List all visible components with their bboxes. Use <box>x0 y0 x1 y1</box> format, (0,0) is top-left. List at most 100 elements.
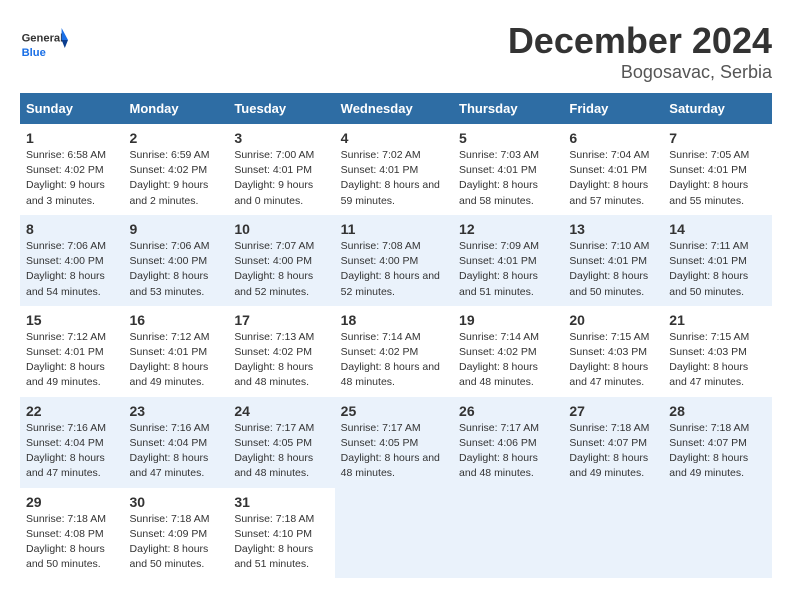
calendar-cell: 31 Sunrise: 7:18 AMSunset: 4:10 PMDaylig… <box>228 488 334 579</box>
day-number: 9 <box>130 221 223 237</box>
day-info: Sunrise: 7:15 AMSunset: 4:03 PMDaylight:… <box>569 330 657 391</box>
col-friday: Friday <box>563 93 663 124</box>
day-info: Sunrise: 7:18 AMSunset: 4:08 PMDaylight:… <box>26 512 118 573</box>
calendar-cell: 11 Sunrise: 7:08 AMSunset: 4:00 PMDaylig… <box>335 215 453 306</box>
day-number: 30 <box>130 494 223 510</box>
day-info: Sunrise: 7:02 AMSunset: 4:01 PMDaylight:… <box>341 148 447 209</box>
day-info: Sunrise: 7:18 AMSunset: 4:07 PMDaylight:… <box>569 421 657 482</box>
day-info: Sunrise: 7:17 AMSunset: 4:06 PMDaylight:… <box>459 421 557 482</box>
day-number: 12 <box>459 221 557 237</box>
day-number: 22 <box>26 403 118 419</box>
day-number: 3 <box>234 130 328 146</box>
day-number: 13 <box>569 221 657 237</box>
day-info: Sunrise: 6:59 AMSunset: 4:02 PMDaylight:… <box>130 148 223 209</box>
day-info: Sunrise: 7:18 AMSunset: 4:10 PMDaylight:… <box>234 512 328 573</box>
day-info: Sunrise: 7:00 AMSunset: 4:01 PMDaylight:… <box>234 148 328 209</box>
calendar-week-row: 15 Sunrise: 7:12 AMSunset: 4:01 PMDaylig… <box>20 306 772 397</box>
day-info: Sunrise: 7:15 AMSunset: 4:03 PMDaylight:… <box>669 330 766 391</box>
calendar-table: Sunday Monday Tuesday Wednesday Thursday… <box>20 93 772 578</box>
day-number: 23 <box>130 403 223 419</box>
calendar-cell: 26 Sunrise: 7:17 AMSunset: 4:06 PMDaylig… <box>453 397 563 488</box>
day-info: Sunrise: 7:16 AMSunset: 4:04 PMDaylight:… <box>130 421 223 482</box>
day-number: 28 <box>669 403 766 419</box>
day-number: 17 <box>234 312 328 328</box>
day-number: 25 <box>341 403 447 419</box>
calendar-week-row: 29 Sunrise: 7:18 AMSunset: 4:08 PMDaylig… <box>20 488 772 579</box>
day-info: Sunrise: 6:58 AMSunset: 4:02 PMDaylight:… <box>26 148 118 209</box>
calendar-body: 1 Sunrise: 6:58 AMSunset: 4:02 PMDayligh… <box>20 124 772 578</box>
calendar-cell: 8 Sunrise: 7:06 AMSunset: 4:00 PMDayligh… <box>20 215 124 306</box>
svg-text:General: General <box>22 33 64 45</box>
day-number: 29 <box>26 494 118 510</box>
calendar-cell: 16 Sunrise: 7:12 AMSunset: 4:01 PMDaylig… <box>124 306 229 397</box>
day-info: Sunrise: 7:07 AMSunset: 4:00 PMDaylight:… <box>234 239 328 300</box>
day-info: Sunrise: 7:04 AMSunset: 4:01 PMDaylight:… <box>569 148 657 209</box>
day-info: Sunrise: 7:18 AMSunset: 4:07 PMDaylight:… <box>669 421 766 482</box>
day-number: 24 <box>234 403 328 419</box>
calendar-cell <box>335 488 453 579</box>
day-number: 16 <box>130 312 223 328</box>
col-tuesday: Tuesday <box>228 93 334 124</box>
day-number: 6 <box>569 130 657 146</box>
day-number: 15 <box>26 312 118 328</box>
title-block: December 2024 Bogosavac, Serbia <box>508 20 772 83</box>
calendar-cell: 30 Sunrise: 7:18 AMSunset: 4:09 PMDaylig… <box>124 488 229 579</box>
day-number: 5 <box>459 130 557 146</box>
calendar-cell: 28 Sunrise: 7:18 AMSunset: 4:07 PMDaylig… <box>663 397 772 488</box>
day-info: Sunrise: 7:18 AMSunset: 4:09 PMDaylight:… <box>130 512 223 573</box>
calendar-cell: 5 Sunrise: 7:03 AMSunset: 4:01 PMDayligh… <box>453 124 563 215</box>
day-info: Sunrise: 7:16 AMSunset: 4:04 PMDaylight:… <box>26 421 118 482</box>
calendar-week-row: 8 Sunrise: 7:06 AMSunset: 4:00 PMDayligh… <box>20 215 772 306</box>
day-info: Sunrise: 7:14 AMSunset: 4:02 PMDaylight:… <box>459 330 557 391</box>
calendar-cell: 6 Sunrise: 7:04 AMSunset: 4:01 PMDayligh… <box>563 124 663 215</box>
day-info: Sunrise: 7:14 AMSunset: 4:02 PMDaylight:… <box>341 330 447 391</box>
calendar-cell: 29 Sunrise: 7:18 AMSunset: 4:08 PMDaylig… <box>20 488 124 579</box>
day-number: 19 <box>459 312 557 328</box>
day-number: 20 <box>569 312 657 328</box>
calendar-cell: 27 Sunrise: 7:18 AMSunset: 4:07 PMDaylig… <box>563 397 663 488</box>
day-number: 26 <box>459 403 557 419</box>
header-row: Sunday Monday Tuesday Wednesday Thursday… <box>20 93 772 124</box>
day-number: 11 <box>341 221 447 237</box>
day-info: Sunrise: 7:12 AMSunset: 4:01 PMDaylight:… <box>130 330 223 391</box>
page-title: December 2024 <box>508 20 772 62</box>
calendar-cell: 9 Sunrise: 7:06 AMSunset: 4:00 PMDayligh… <box>124 215 229 306</box>
calendar-cell: 4 Sunrise: 7:02 AMSunset: 4:01 PMDayligh… <box>335 124 453 215</box>
day-number: 14 <box>669 221 766 237</box>
calendar-cell: 18 Sunrise: 7:14 AMSunset: 4:02 PMDaylig… <box>335 306 453 397</box>
day-number: 4 <box>341 130 447 146</box>
day-number: 8 <box>26 221 118 237</box>
calendar-cell: 22 Sunrise: 7:16 AMSunset: 4:04 PMDaylig… <box>20 397 124 488</box>
calendar-cell: 10 Sunrise: 7:07 AMSunset: 4:00 PMDaylig… <box>228 215 334 306</box>
calendar-cell: 12 Sunrise: 7:09 AMSunset: 4:01 PMDaylig… <box>453 215 563 306</box>
calendar-cell: 2 Sunrise: 6:59 AMSunset: 4:02 PMDayligh… <box>124 124 229 215</box>
calendar-cell: 13 Sunrise: 7:10 AMSunset: 4:01 PMDaylig… <box>563 215 663 306</box>
calendar-week-row: 1 Sunrise: 6:58 AMSunset: 4:02 PMDayligh… <box>20 124 772 215</box>
col-monday: Monday <box>124 93 229 124</box>
day-info: Sunrise: 7:03 AMSunset: 4:01 PMDaylight:… <box>459 148 557 209</box>
calendar-cell <box>453 488 563 579</box>
col-thursday: Thursday <box>453 93 563 124</box>
calendar-cell: 14 Sunrise: 7:11 AMSunset: 4:01 PMDaylig… <box>663 215 772 306</box>
day-number: 18 <box>341 312 447 328</box>
day-info: Sunrise: 7:10 AMSunset: 4:01 PMDaylight:… <box>569 239 657 300</box>
calendar-week-row: 22 Sunrise: 7:16 AMSunset: 4:04 PMDaylig… <box>20 397 772 488</box>
calendar-header: Sunday Monday Tuesday Wednesday Thursday… <box>20 93 772 124</box>
calendar-cell: 15 Sunrise: 7:12 AMSunset: 4:01 PMDaylig… <box>20 306 124 397</box>
day-info: Sunrise: 7:11 AMSunset: 4:01 PMDaylight:… <box>669 239 766 300</box>
day-number: 27 <box>569 403 657 419</box>
calendar-cell: 25 Sunrise: 7:17 AMSunset: 4:05 PMDaylig… <box>335 397 453 488</box>
day-info: Sunrise: 7:13 AMSunset: 4:02 PMDaylight:… <box>234 330 328 391</box>
col-saturday: Saturday <box>663 93 772 124</box>
calendar-cell: 7 Sunrise: 7:05 AMSunset: 4:01 PMDayligh… <box>663 124 772 215</box>
calendar-cell: 20 Sunrise: 7:15 AMSunset: 4:03 PMDaylig… <box>563 306 663 397</box>
calendar-cell: 1 Sunrise: 6:58 AMSunset: 4:02 PMDayligh… <box>20 124 124 215</box>
logo-icon: General Blue <box>20 20 68 68</box>
calendar-cell: 23 Sunrise: 7:16 AMSunset: 4:04 PMDaylig… <box>124 397 229 488</box>
calendar-cell: 17 Sunrise: 7:13 AMSunset: 4:02 PMDaylig… <box>228 306 334 397</box>
day-info: Sunrise: 7:06 AMSunset: 4:00 PMDaylight:… <box>26 239 118 300</box>
svg-text:Blue: Blue <box>22 47 46 59</box>
day-info: Sunrise: 7:08 AMSunset: 4:00 PMDaylight:… <box>341 239 447 300</box>
day-number: 10 <box>234 221 328 237</box>
day-number: 7 <box>669 130 766 146</box>
